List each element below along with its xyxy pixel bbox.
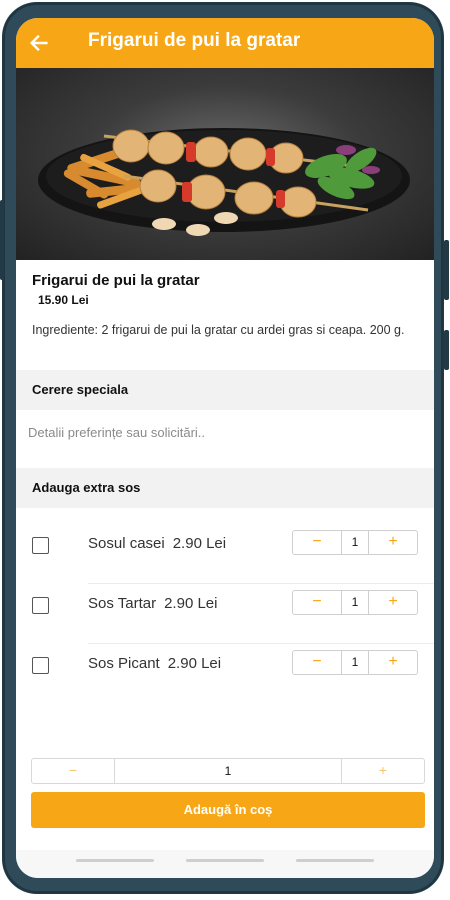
sauce-checkbox[interactable] [32, 657, 49, 674]
app-screen: Frigarui de pui la gratar Frigarui de pu… [16, 18, 434, 878]
decrement-button[interactable]: − [293, 591, 342, 614]
system-nav-bar [16, 850, 434, 878]
nav-recent-handle[interactable] [76, 859, 154, 862]
extra-sauce-header: Adauga extra sos [16, 468, 434, 508]
sauce-quantity-stepper: − 1 + [292, 650, 418, 675]
decrement-button[interactable]: − [293, 531, 342, 554]
sauce-name: Sosul casei [88, 535, 165, 552]
sauce-item: Sos Tartar 2.90 Lei − 1 + [16, 584, 434, 644]
product-name: Frigarui de pui la gratar [32, 272, 200, 289]
sauce-checkbox[interactable] [32, 597, 49, 614]
order-increment-button[interactable]: + [341, 759, 424, 783]
sauce-item: Sosul casei 2.90 Lei − 1 + [16, 524, 434, 584]
side-button [444, 330, 449, 370]
product-price: 15.90 Lei [38, 293, 89, 307]
sauce-price: 2.90 Lei [167, 655, 222, 672]
order-quantity-stepper: − 1 + [31, 758, 425, 784]
sauce-item: Sos Picant 2.90 Lei − 1 + [16, 644, 434, 704]
order-decrement-button[interactable]: − [32, 759, 115, 783]
special-request-header: Cerere speciala [16, 370, 434, 410]
sauce-quantity: 1 [351, 595, 359, 609]
increment-button[interactable]: + [368, 531, 417, 554]
increment-button[interactable]: + [368, 651, 417, 674]
sauce-quantity: 1 [351, 655, 359, 669]
increment-button[interactable]: + [368, 591, 417, 614]
nav-back-handle[interactable] [296, 859, 374, 862]
sauce-name: Sos Tartar [88, 595, 157, 612]
skewer-plate-illustration [38, 128, 410, 236]
order-quantity: 1 [224, 764, 232, 778]
product-image [16, 68, 434, 260]
sauce-name: Sos Picant [88, 655, 160, 672]
product-description: Ingrediente: 2 frigarui de pui la gratar… [32, 323, 405, 337]
arrow-left-icon[interactable] [28, 32, 50, 54]
sauce-price: 2.90 Lei [164, 595, 218, 612]
sauce-quantity-stepper: − 1 + [292, 590, 418, 615]
page-title: Frigarui de pui la gratar [88, 30, 301, 51]
sauce-quantity: 1 [351, 535, 359, 549]
sauce-quantity-stepper: − 1 + [292, 530, 418, 555]
power-button [444, 240, 449, 300]
decrement-button[interactable]: − [293, 651, 342, 674]
special-request-input[interactable] [26, 416, 425, 448]
sauce-checkbox[interactable] [32, 537, 49, 554]
nav-home-handle[interactable] [186, 859, 264, 862]
sauce-price: 2.90 Lei [172, 535, 227, 552]
app-bar: Frigarui de pui la gratar [16, 18, 434, 68]
add-to-cart-button[interactable]: Adaugă în coș [31, 792, 425, 828]
extra-sauce-title: Adauga extra sos [32, 480, 141, 495]
special-request-title: Cerere speciala [32, 382, 129, 397]
volume-button [0, 200, 4, 280]
